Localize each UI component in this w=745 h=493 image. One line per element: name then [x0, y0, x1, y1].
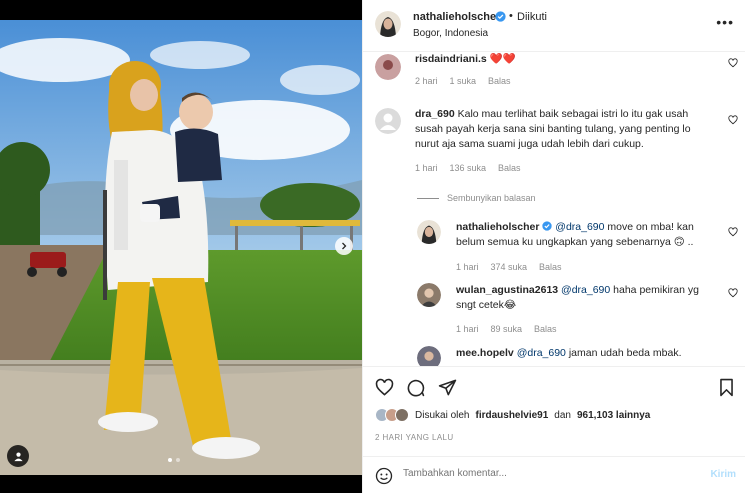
liker-username[interactable]: firdaushelvie91: [475, 410, 548, 421]
reply-text: jaman udah beda mbak.: [565, 347, 682, 359]
comment-icon[interactable]: [406, 378, 425, 397]
comment-meta: 1 hari 136 suka Balas: [415, 163, 521, 173]
comments-list[interactable]: risdaindriani.s ❤️❤️ 2 hari 1 suka Balas…: [363, 52, 745, 366]
reply-time: 1 hari: [456, 262, 479, 272]
reply-meta: 1 hari 374 suka Balas: [456, 262, 562, 272]
comment-username[interactable]: dra_690: [415, 108, 455, 120]
verified-icon: [542, 221, 553, 231]
heart-icon[interactable]: [728, 58, 738, 68]
location-link[interactable]: Bogor, Indonesia: [413, 28, 488, 39]
comment-avatar[interactable]: [375, 108, 401, 134]
likes-count[interactable]: 961,103 lainnya: [577, 410, 650, 421]
reply-button[interactable]: Balas: [539, 262, 562, 272]
verified-icon: [495, 11, 506, 22]
reply-likes[interactable]: 89 suka: [491, 324, 523, 334]
carousel-dot: [168, 458, 172, 462]
comment-time: 1 hari: [415, 163, 438, 173]
action-bar: [363, 366, 745, 406]
post-date[interactable]: 2 HARI YANG LALU: [375, 433, 454, 442]
emoji-icon[interactable]: [375, 467, 393, 485]
divider-line: [417, 197, 439, 199]
author-username[interactable]: nathalieholscher: [413, 11, 500, 23]
post-photo[interactable]: [0, 0, 362, 493]
heart-icon[interactable]: [728, 227, 738, 237]
comment-text: ❤️❤️: [489, 53, 516, 65]
likes-summary: Disukai oleh firdaushelvie91 dan 961,103…: [375, 408, 650, 422]
hide-replies-button[interactable]: Sembunyikan balasan: [417, 193, 536, 203]
reply-likes[interactable]: 374 suka: [491, 262, 528, 272]
comment-username[interactable]: risdaindriani.s: [415, 53, 487, 65]
share-icon[interactable]: [438, 378, 457, 397]
more-options-button[interactable]: •••: [716, 14, 734, 30]
reply-avatar[interactable]: [417, 220, 441, 244]
follow-status-button[interactable]: Diikuti: [517, 11, 547, 23]
reply-item: wulan_agustina2613 @dra_690 haha pemikir…: [456, 283, 708, 313]
comment-meta: 2 hari 1 suka Balas: [415, 76, 511, 86]
post-header: nathalieholscher • Diikuti Bogor, Indone…: [363, 0, 745, 52]
send-button[interactable]: Kirim: [710, 469, 736, 480]
heart-icon[interactable]: [728, 115, 738, 125]
comment-composer: Kirim: [363, 456, 745, 493]
reply-button[interactable]: Balas: [488, 76, 511, 86]
comment-time: 2 hari: [415, 76, 438, 86]
reply-item: mee.hopelv @dra_690 jaman udah beda mbak…: [456, 346, 708, 361]
comment-likes[interactable]: 1 suka: [450, 76, 477, 86]
post-detail-panel: nathalieholscher • Diikuti Bogor, Indone…: [362, 0, 745, 493]
reply-avatar[interactable]: [417, 283, 441, 307]
next-photo-button[interactable]: [335, 237, 353, 255]
separator-dot: •: [509, 10, 513, 22]
reply-item: nathalieholscher @dra_690 move on mba! k…: [456, 220, 708, 250]
tagged-users-button[interactable]: [7, 445, 29, 467]
mention-link[interactable]: @dra_690: [561, 284, 610, 296]
comment-likes[interactable]: 136 suka: [450, 163, 487, 173]
post-image: [0, 20, 362, 475]
mention-link[interactable]: @dra_690: [555, 221, 604, 233]
reply-avatar[interactable]: [417, 346, 441, 366]
reply-username[interactable]: wulan_agustina2613: [456, 284, 558, 296]
carousel-dot: [176, 458, 180, 462]
mention-link[interactable]: @dra_690: [517, 347, 566, 359]
user-tag-icon: [13, 452, 23, 461]
reply-meta: 1 hari 89 suka Balas: [456, 324, 557, 334]
carousel-indicator: [168, 458, 180, 462]
heart-icon[interactable]: [728, 288, 738, 298]
reply-time: 1 hari: [456, 324, 479, 334]
chevron-right-icon: [342, 242, 347, 250]
comment-item: risdaindriani.s ❤️❤️: [415, 52, 715, 67]
likes-prefix: Disukai oleh: [415, 409, 470, 421]
reply-username[interactable]: nathalieholscher: [456, 221, 539, 233]
likes-middle: dan: [554, 409, 571, 421]
comment-input[interactable]: [403, 468, 663, 479]
hide-replies-label: Sembunyikan balasan: [447, 193, 536, 203]
reply-button[interactable]: Balas: [498, 163, 521, 173]
bookmark-icon[interactable]: [718, 378, 735, 397]
author-avatar[interactable]: [375, 11, 401, 37]
reply-username[interactable]: mee.hopelv: [456, 347, 514, 359]
reply-button[interactable]: Balas: [534, 324, 557, 334]
heart-icon[interactable]: [375, 378, 394, 397]
comment-avatar[interactable]: [375, 54, 401, 80]
liker-avatars: [375, 408, 409, 422]
comment-text: Kalo mau terlihat baik sebagai istri lo …: [415, 108, 691, 150]
comment-item: dra_690 Kalo mau terlihat baik sebagai i…: [415, 107, 711, 152]
